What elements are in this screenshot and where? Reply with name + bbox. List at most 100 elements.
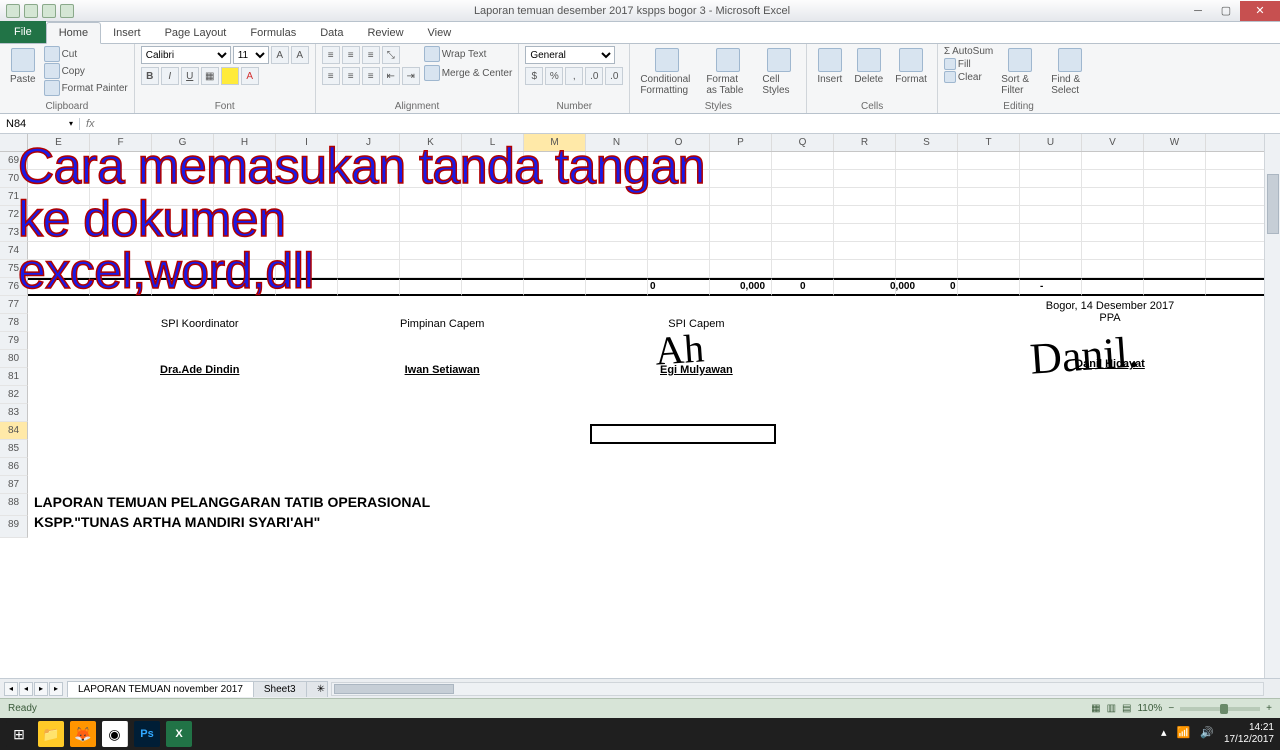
cell[interactable] [710,296,772,314]
cell[interactable] [1144,458,1206,476]
cell[interactable] [710,170,772,188]
align-bottom-button[interactable]: ≡ [362,46,380,64]
font-color-button[interactable]: A [241,67,259,85]
bold-button[interactable]: B [141,67,159,85]
insert-cells-button[interactable]: Insert [813,46,846,87]
cell[interactable] [1206,440,1268,458]
cell[interactable] [710,404,772,422]
cell[interactable] [834,516,896,538]
cell[interactable] [1020,516,1082,538]
cell[interactable] [524,476,586,494]
tray-chevron-icon[interactable]: ▴ [1161,727,1167,740]
cell[interactable] [772,188,834,206]
cell[interactable] [586,260,648,278]
cell[interactable] [648,224,710,242]
row-header[interactable]: 73 [0,224,28,242]
cell[interactable] [1082,260,1144,278]
cell[interactable] [1144,188,1206,206]
cell[interactable] [648,404,710,422]
cut-button[interactable]: Cut [44,46,128,62]
sheet-tab-active[interactable]: LAPORAN TEMUAN november 2017 [67,681,254,697]
cell[interactable] [462,152,524,170]
cell[interactable] [1082,476,1144,494]
cell[interactable] [462,206,524,224]
col-header[interactable]: O [648,134,710,151]
wrap-text-button[interactable]: Wrap Text [424,46,513,62]
cell[interactable] [400,458,462,476]
cell[interactable] [1206,458,1268,476]
cell[interactable] [834,242,896,260]
cell[interactable] [152,458,214,476]
cell[interactable] [28,206,90,224]
cell[interactable] [958,206,1020,224]
cell[interactable] [834,368,896,386]
cell[interactable] [772,170,834,188]
cell[interactable] [1144,260,1206,278]
cell[interactable] [90,422,152,440]
cell[interactable] [276,440,338,458]
cell[interactable] [28,386,90,404]
cell[interactable] [896,368,958,386]
cell[interactable] [338,170,400,188]
cell[interactable] [958,476,1020,494]
format-cells-button[interactable]: Format [891,46,931,87]
cell[interactable] [338,314,400,332]
cell[interactable] [958,368,1020,386]
name-box[interactable]: N84▾ [0,118,80,130]
cell[interactable] [586,494,648,516]
row-header[interactable]: 77 [0,296,28,314]
cell[interactable] [1144,278,1206,296]
cell[interactable] [834,458,896,476]
cell[interactable] [958,494,1020,516]
cell[interactable] [214,260,276,278]
cell[interactable] [772,476,834,494]
percent-button[interactable]: % [545,67,563,85]
cell[interactable] [1206,476,1268,494]
cell[interactable] [1082,170,1144,188]
cell[interactable] [586,332,648,350]
cell[interactable] [214,170,276,188]
cell[interactable] [896,206,958,224]
cell[interactable] [400,278,462,296]
cell[interactable] [28,476,90,494]
cell[interactable] [90,188,152,206]
cell[interactable] [90,260,152,278]
tab-view[interactable]: View [416,23,464,43]
cell[interactable] [28,224,90,242]
cell[interactable] [462,494,524,516]
cell[interactable] [90,476,152,494]
cell[interactable] [1206,386,1268,404]
view-normal-icon[interactable]: ▦ [1091,703,1100,714]
cell[interactable] [896,170,958,188]
currency-button[interactable]: $ [525,67,543,85]
cell[interactable] [462,170,524,188]
scrollbar-thumb[interactable] [334,684,454,694]
align-middle-button[interactable]: ≡ [342,46,360,64]
network-icon[interactable]: 📶 [1177,727,1191,740]
sheet-tab[interactable]: Sheet3 [253,681,307,697]
cell[interactable] [524,296,586,314]
cell[interactable] [152,260,214,278]
cell[interactable] [400,170,462,188]
align-top-button[interactable]: ≡ [322,46,340,64]
excel-icon[interactable]: X [166,721,192,747]
cell[interactable] [462,422,524,440]
orientation-button[interactable]: ⤡ [382,46,400,64]
cell[interactable] [1206,152,1268,170]
cell[interactable] [462,296,524,314]
cell[interactable] [28,404,90,422]
cell[interactable] [1020,224,1082,242]
font-size-select[interactable]: 11 [233,46,269,64]
indent-inc-button[interactable]: ⇥ [402,67,420,85]
cell[interactable] [276,458,338,476]
cell[interactable] [772,494,834,516]
number-format-select[interactable]: General [525,46,615,64]
cell[interactable] [1020,242,1082,260]
cell[interactable] [958,296,1020,314]
paste-button[interactable]: Paste [6,46,40,87]
col-header[interactable]: K [400,134,462,151]
cell[interactable] [28,296,90,314]
cell[interactable] [90,242,152,260]
cell[interactable] [338,296,400,314]
col-header[interactable]: L [462,134,524,151]
